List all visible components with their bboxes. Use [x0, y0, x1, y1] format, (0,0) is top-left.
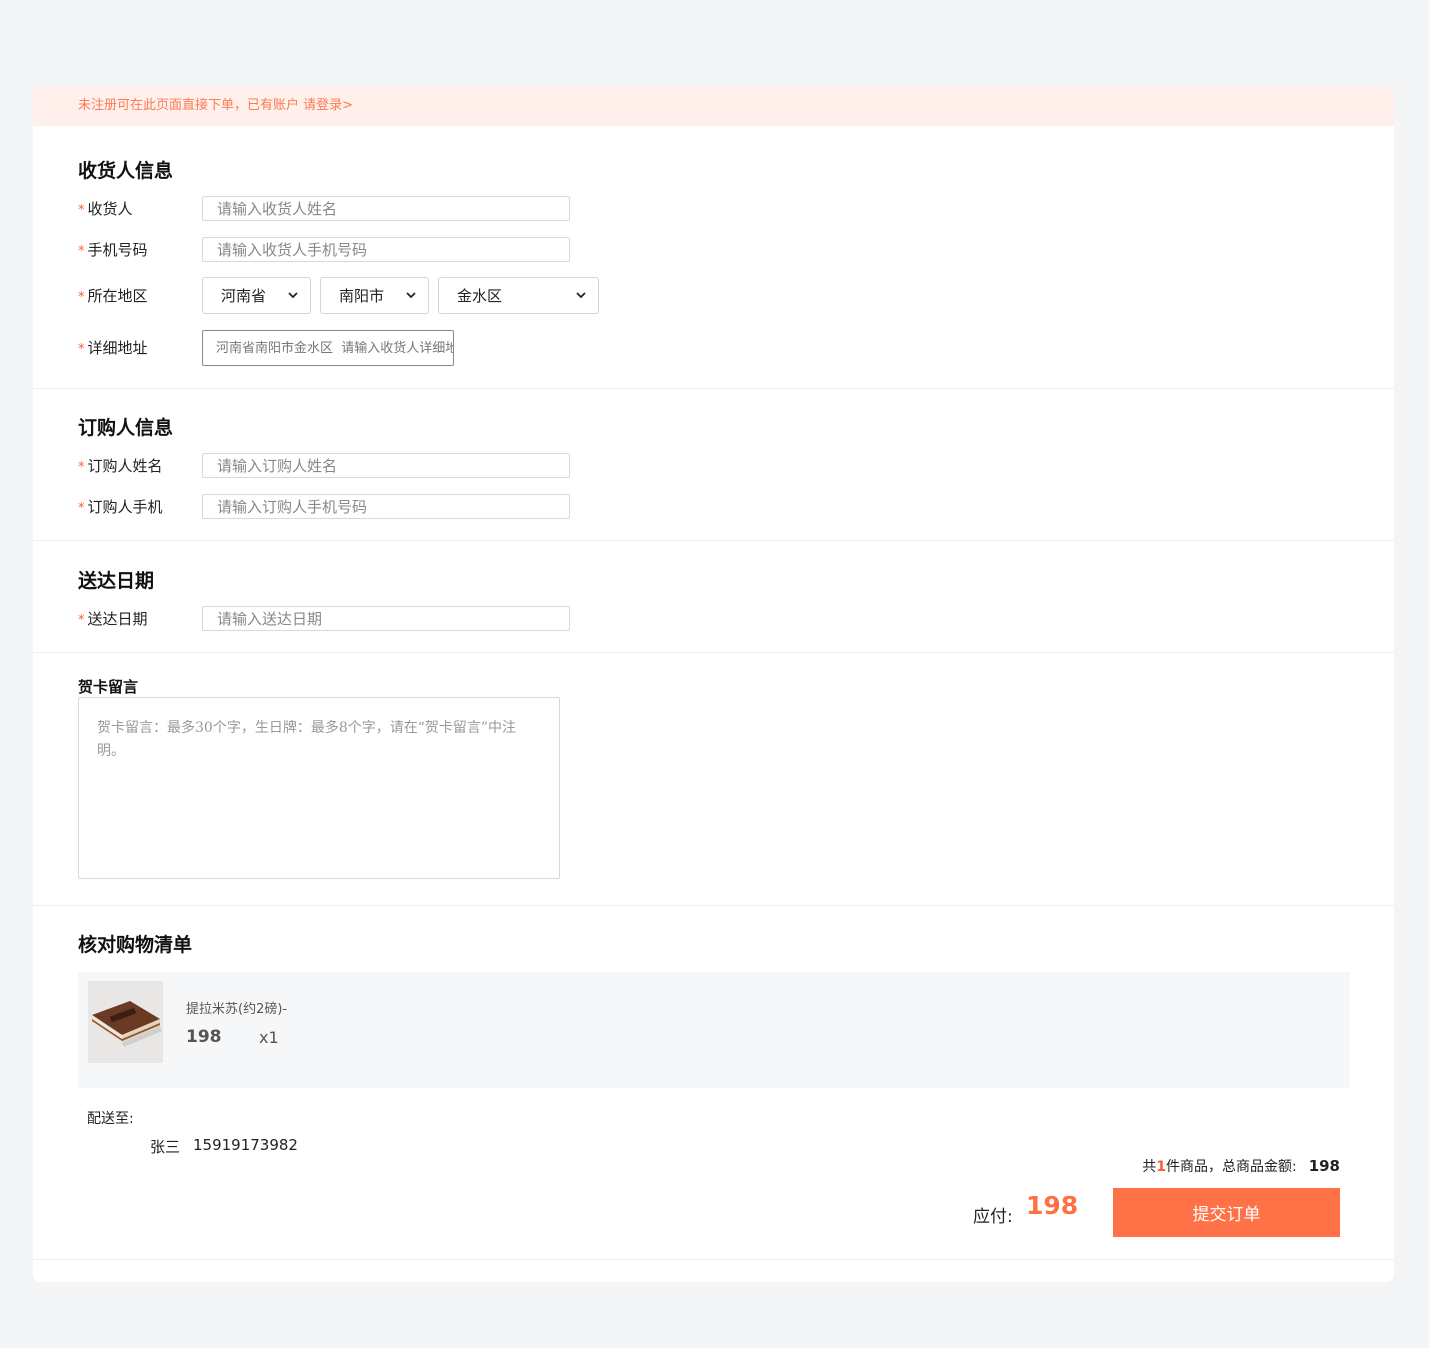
required-star: *	[78, 342, 85, 357]
chevron-down-icon	[406, 292, 416, 299]
section-divider	[33, 652, 1394, 653]
goods-quantity: x1	[259, 1028, 279, 1047]
summary-suffix: 件商品，总商品金额:	[1165, 1159, 1297, 1175]
chevron-down-icon	[288, 292, 298, 299]
receiver-phone-label: * 手机号码	[78, 241, 148, 259]
chevron-down-icon	[576, 292, 586, 299]
buyer-phone-input[interactable]	[202, 494, 570, 519]
required-star: *	[78, 613, 85, 628]
checklist-section-title: 核对购物清单	[78, 934, 193, 956]
cake-image	[88, 981, 163, 1063]
login-notice: 未注册可在此页面直接下单，已有账户 请登录>	[33, 86, 1394, 126]
goods-item: 提拉米苏(约2磅)- 198 x1	[78, 972, 1350, 1088]
delivery-section-title: 送达日期	[78, 570, 155, 592]
receiver-name-label: * 收货人	[78, 200, 133, 218]
buyer-name-label: * 订购人姓名	[78, 457, 163, 475]
receiver-section-title: 收货人信息	[78, 160, 174, 182]
delivery-date-input[interactable]	[202, 606, 570, 631]
summary-prefix: 共	[1142, 1159, 1157, 1175]
login-link[interactable]: 请登录>	[303, 98, 353, 113]
required-star: *	[78, 203, 85, 218]
district-select[interactable]: 金水区	[438, 277, 599, 314]
order-card: 未注册可在此页面直接下单，已有账户 请登录> 收货人信息 *收货人 *手机号码 …	[33, 86, 1394, 1282]
buyer-phone-label: * 订购人手机	[78, 498, 163, 516]
required-star: *	[78, 501, 85, 516]
pay-amount: 198	[1026, 1191, 1079, 1220]
cake-icon	[88, 981, 163, 1063]
address-input[interactable]	[202, 330, 454, 366]
item-count: 1	[1156, 1159, 1166, 1175]
ship-name: 张三	[150, 1138, 181, 1156]
city-value: 南阳市	[339, 287, 385, 305]
order-summary: 共1件商品，总商品金额: 198	[1142, 1156, 1340, 1176]
ship-phone: 15919173982	[193, 1136, 298, 1154]
receiver-name-input[interactable]	[202, 196, 570, 221]
city-select[interactable]: 南阳市	[320, 277, 429, 314]
goods-name: 提拉米苏(约2磅)-	[186, 1002, 288, 1017]
section-divider	[33, 1259, 1394, 1260]
section-divider	[33, 540, 1394, 541]
required-star: *	[78, 460, 85, 475]
receiver-phone-input[interactable]	[202, 237, 570, 262]
section-divider	[33, 905, 1394, 906]
ship-to-label: 配送至:	[87, 1111, 134, 1127]
region-label: * 所在地区	[78, 287, 148, 305]
notice-text: 未注册可在此页面直接下单，已有账户	[78, 98, 304, 113]
goods-price: 198	[186, 1027, 222, 1047]
card-message-textarea[interactable]	[78, 697, 560, 879]
delivery-date-label: * 送达日期	[78, 610, 148, 628]
submit-order-button[interactable]: 提交订单	[1113, 1188, 1340, 1237]
goods-total: 198	[1308, 1157, 1340, 1175]
province-value: 河南省	[221, 287, 267, 305]
card-message-title: 贺卡留言	[78, 678, 139, 696]
address-label: * 详细地址	[78, 339, 148, 357]
pay-label: 应付:	[973, 1207, 1013, 1227]
section-divider	[33, 388, 1394, 389]
required-star: *	[78, 290, 85, 305]
required-star: *	[78, 244, 85, 259]
district-value: 金水区	[457, 287, 503, 305]
buyer-name-input[interactable]	[202, 453, 570, 478]
buyer-section-title: 订购人信息	[78, 417, 174, 439]
province-select[interactable]: 河南省	[202, 277, 311, 314]
